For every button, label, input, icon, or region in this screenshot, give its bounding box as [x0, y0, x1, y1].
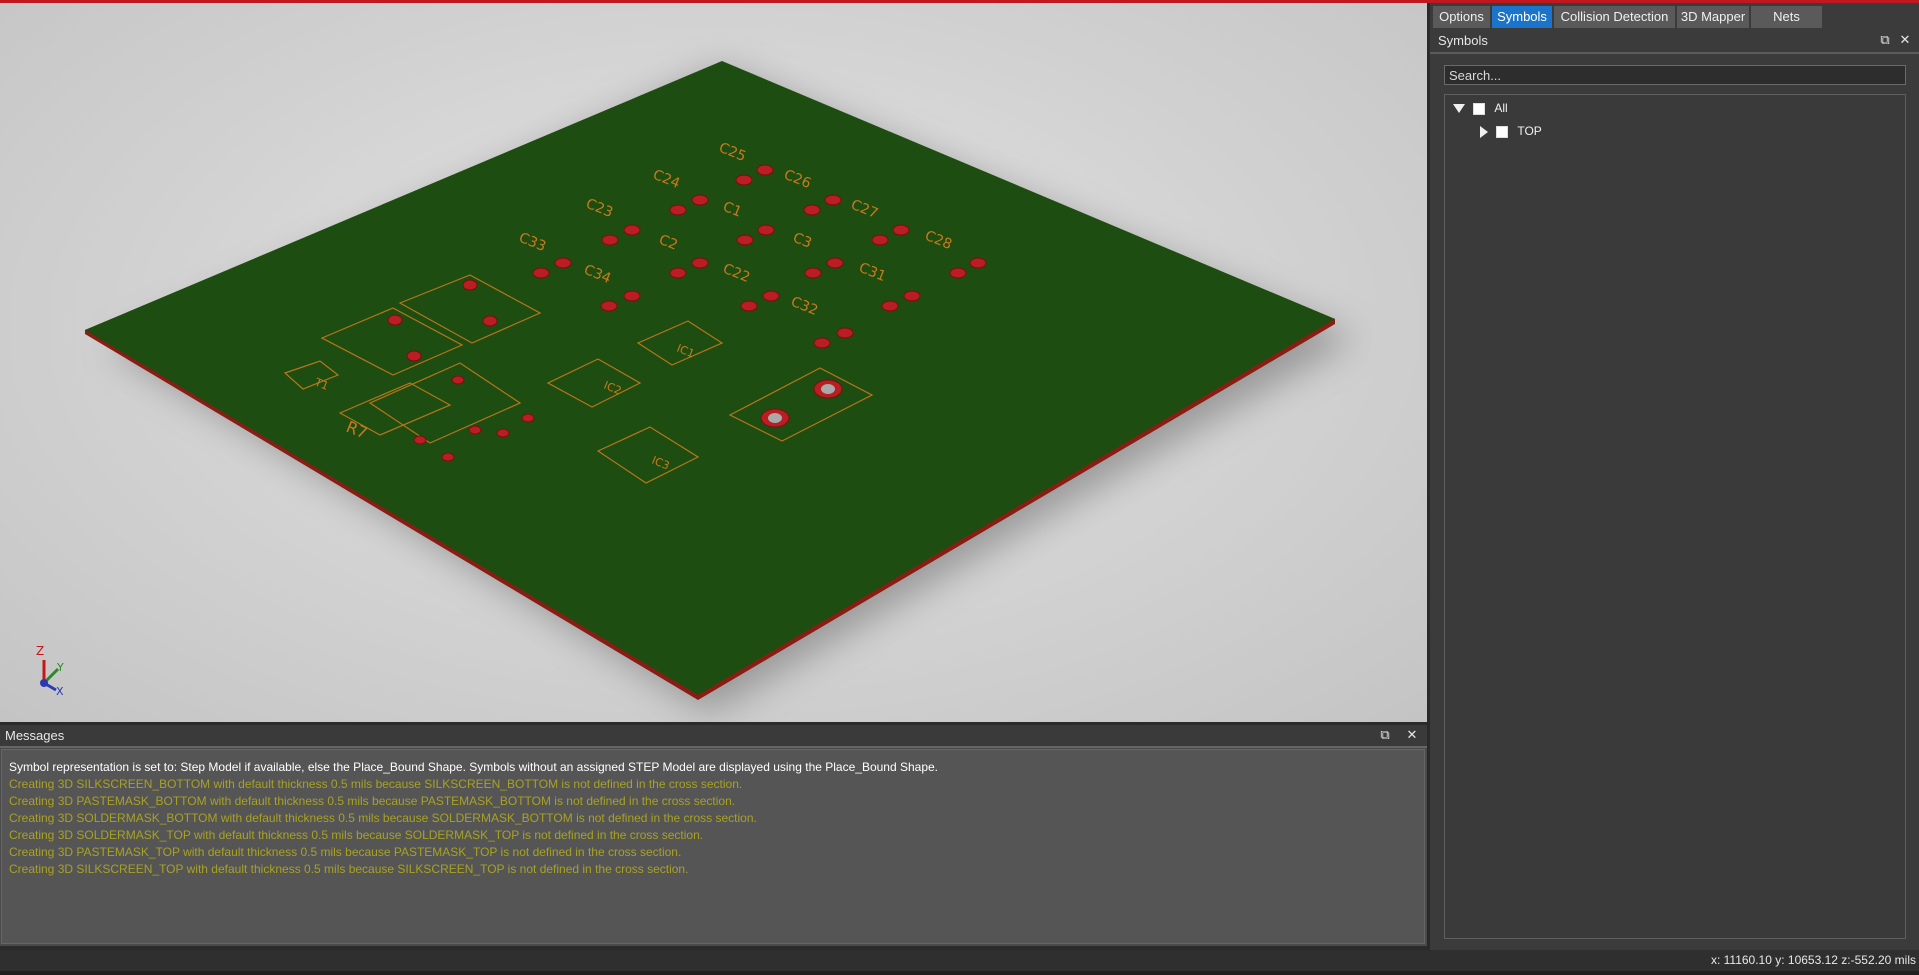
- right-dock-panel: Options Symbols Collision Detection 3D M…: [1430, 3, 1919, 950]
- message-line: Creating 3D SILKSCREEN_TOP with default …: [9, 862, 689, 876]
- tree-node-top[interactable]: TOP: [1480, 122, 1542, 140]
- messages-title: Messages: [5, 728, 65, 743]
- checkbox[interactable]: [1473, 102, 1485, 115]
- message-line: Creating 3D SOLDERMASK_BOTTOM with defau…: [9, 811, 757, 825]
- messages-panel: Messages ⧉ ✕ Symbol representation is se…: [0, 725, 1427, 946]
- tab-options[interactable]: Options: [1433, 6, 1490, 28]
- tab-collision-detection[interactable]: Collision Detection: [1554, 6, 1675, 28]
- status-bar: x: 11160.10 y: 10653.12 z:-552.20 mils: [0, 950, 1919, 971]
- message-line: Creating 3D SILKSCREEN_BOTTOM with defau…: [9, 777, 743, 791]
- board-top: [85, 61, 1335, 695]
- float-panel-icon[interactable]: ⧉: [1877, 33, 1893, 49]
- messages-log[interactable]: Symbol representation is set to: Step Mo…: [1, 749, 1425, 944]
- tab-nets[interactable]: Nets: [1751, 6, 1822, 28]
- expand-right-icon[interactable]: [1480, 125, 1488, 138]
- symbols-search-input[interactable]: [1444, 65, 1906, 85]
- checkbox[interactable]: [1496, 125, 1508, 138]
- symbols-panel-title: Symbols: [1438, 33, 1488, 48]
- tree-node-all[interactable]: All: [1453, 99, 1508, 117]
- cursor-coordinates: x: 11160.10 y: 10653.12 z:-552.20 mils: [1710, 953, 1916, 967]
- mounting-hole: [768, 413, 782, 423]
- panel-tab-bar: Options Symbols Collision Detection 3D M…: [1430, 3, 1919, 28]
- tree-node-label: TOP: [1517, 124, 1542, 138]
- close-icon[interactable]: ✕: [1897, 33, 1913, 49]
- symbols-tree: All TOP: [1444, 94, 1906, 939]
- tab-3d-mapper[interactable]: 3D Mapper: [1677, 6, 1749, 28]
- axis-x-label: X: [56, 685, 64, 698]
- symbols-panel-header: Symbols ⧉ ✕: [1430, 30, 1919, 54]
- float-panel-icon[interactable]: ⧉: [1377, 728, 1393, 744]
- expand-down-icon[interactable]: [1453, 104, 1465, 114]
- tab-symbols[interactable]: Symbols: [1492, 6, 1552, 28]
- messages-header: Messages ⧉ ✕: [0, 725, 1427, 748]
- 3d-viewport[interactable]: C25 C24 C26 C23 C1 C27 C33 C2 C3 C28 C34…: [0, 3, 1427, 722]
- mounting-hole: [821, 384, 835, 394]
- bottom-edge: [0, 971, 1919, 975]
- message-line: Creating 3D SOLDERMASK_TOP with default …: [9, 828, 704, 842]
- message-line: Creating 3D PASTEMASK_BOTTOM with defaul…: [9, 794, 736, 808]
- axis-z-label: Z: [36, 644, 44, 658]
- axis-y-label: Y: [56, 661, 64, 674]
- axis-triad: Z Y X: [36, 644, 64, 698]
- message-line: Creating 3D PASTEMASK_TOP with default t…: [9, 845, 682, 859]
- tree-node-label: All: [1494, 101, 1508, 115]
- message-line: Symbol representation is set to: Step Mo…: [9, 760, 939, 774]
- pcb-board-render: C25 C24 C26 C23 C1 C27 C33 C2 C3 C28 C34…: [36, 61, 1355, 713]
- close-icon[interactable]: ✕: [1404, 728, 1420, 744]
